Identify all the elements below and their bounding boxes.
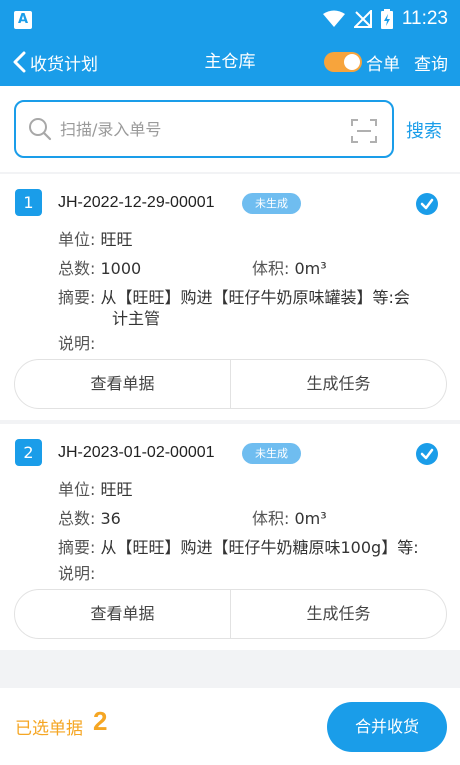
selected-label: 已选单据 (15, 719, 83, 739)
summary-label: 摘要: (58, 288, 96, 307)
status-icons: 11:23 (322, 0, 448, 38)
search-button[interactable]: 搜索 (406, 117, 442, 143)
wifi-icon (322, 10, 345, 27)
order-index: 1 (15, 189, 42, 216)
search-bar: 搜索 (0, 86, 460, 172)
summary-value: 从【旺旺】购进【旺仔牛奶糖原味100g】等: (100, 538, 419, 557)
summary-label: 摘要: (58, 538, 96, 557)
merge-label: 合单 (366, 54, 400, 75)
summary-row: 摘要: 从【旺旺】购进【旺仔牛奶原味罐装】等:会 (58, 284, 410, 308)
unit-row: 单位: 旺旺 (58, 476, 133, 500)
status-bar: A 11:23 (0, 0, 460, 38)
merge-receive-button[interactable]: 合并收货 (327, 702, 447, 752)
bottom-bar: 已选单据 2 合并收货 (0, 688, 460, 765)
total-row: 总数: 1000 (58, 255, 141, 279)
total-row: 总数: 36 (58, 505, 121, 529)
toggle-knob (344, 54, 360, 70)
chevron-left-icon (13, 51, 26, 73)
unit-row: 单位: 旺旺 (58, 226, 133, 250)
scan-icon[interactable] (350, 117, 378, 145)
unit-label: 单位: (58, 480, 96, 499)
unit-value: 旺旺 (100, 480, 133, 499)
volume-label: 体积: (252, 259, 290, 278)
merge-toggle[interactable] (324, 52, 362, 72)
card-actions: 查看单据 生成任务 (14, 359, 447, 409)
selected-check-icon[interactable] (416, 443, 438, 465)
order-code: JH-2022-12-29-00001 (58, 194, 215, 211)
search-input[interactable] (60, 119, 320, 139)
query-button[interactable]: 查询 (414, 50, 448, 75)
generate-task-button[interactable]: 生成任务 (230, 360, 446, 408)
total-label: 总数: (58, 259, 96, 278)
title-actions: 合单 查询 (324, 38, 448, 86)
card-actions: 查看单据 生成任务 (14, 589, 447, 639)
back-label: 收货计划 (30, 54, 98, 75)
note-label: 说明: (58, 564, 96, 583)
back-button[interactable]: 收货计划 (12, 38, 98, 86)
search-icon (29, 118, 52, 141)
clock: 11:23 (401, 8, 448, 29)
generate-task-button[interactable]: 生成任务 (230, 590, 446, 638)
order-code: JH-2023-01-02-00001 (58, 444, 215, 461)
order-card[interactable]: 1 JH-2022-12-29-00001 未生成 单位: 旺旺 总数: 100… (0, 174, 460, 420)
no-signal-icon (353, 10, 372, 28)
volume-row: 体积: 0m³ (252, 505, 327, 529)
selected-count: 2 (93, 706, 108, 736)
status-badge: 未生成 (242, 193, 301, 214)
volume-value: 0m³ (294, 509, 327, 528)
status-badge: 未生成 (242, 443, 301, 464)
unit-value: 旺旺 (100, 230, 133, 249)
volume-label: 体积: (252, 509, 290, 528)
summary-row: 摘要: 从【旺旺】购进【旺仔牛奶糖原味100g】等: (58, 534, 419, 558)
selected-check-icon[interactable] (416, 193, 438, 215)
note-label: 说明: (58, 334, 96, 353)
total-value: 36 (100, 509, 121, 528)
battery-icon (380, 9, 393, 29)
view-document-button[interactable]: 查看单据 (15, 590, 230, 638)
order-index: 2 (15, 439, 42, 466)
search-box (14, 100, 394, 158)
order-card[interactable]: 2 JH-2023-01-02-00001 未生成 单位: 旺旺 总数: 36 … (0, 424, 460, 650)
title-bar: 主仓库 收货计划 合单 查询 (0, 38, 460, 86)
unit-label: 单位: (58, 230, 96, 249)
total-value: 1000 (100, 259, 142, 278)
volume-value: 0m³ (294, 259, 327, 278)
volume-row: 体积: 0m³ (252, 255, 327, 279)
summary-row-cont: 计主管 (112, 309, 161, 328)
view-document-button[interactable]: 查看单据 (15, 360, 230, 408)
app-notification-icon: A (14, 11, 32, 29)
total-label: 总数: (58, 509, 96, 528)
